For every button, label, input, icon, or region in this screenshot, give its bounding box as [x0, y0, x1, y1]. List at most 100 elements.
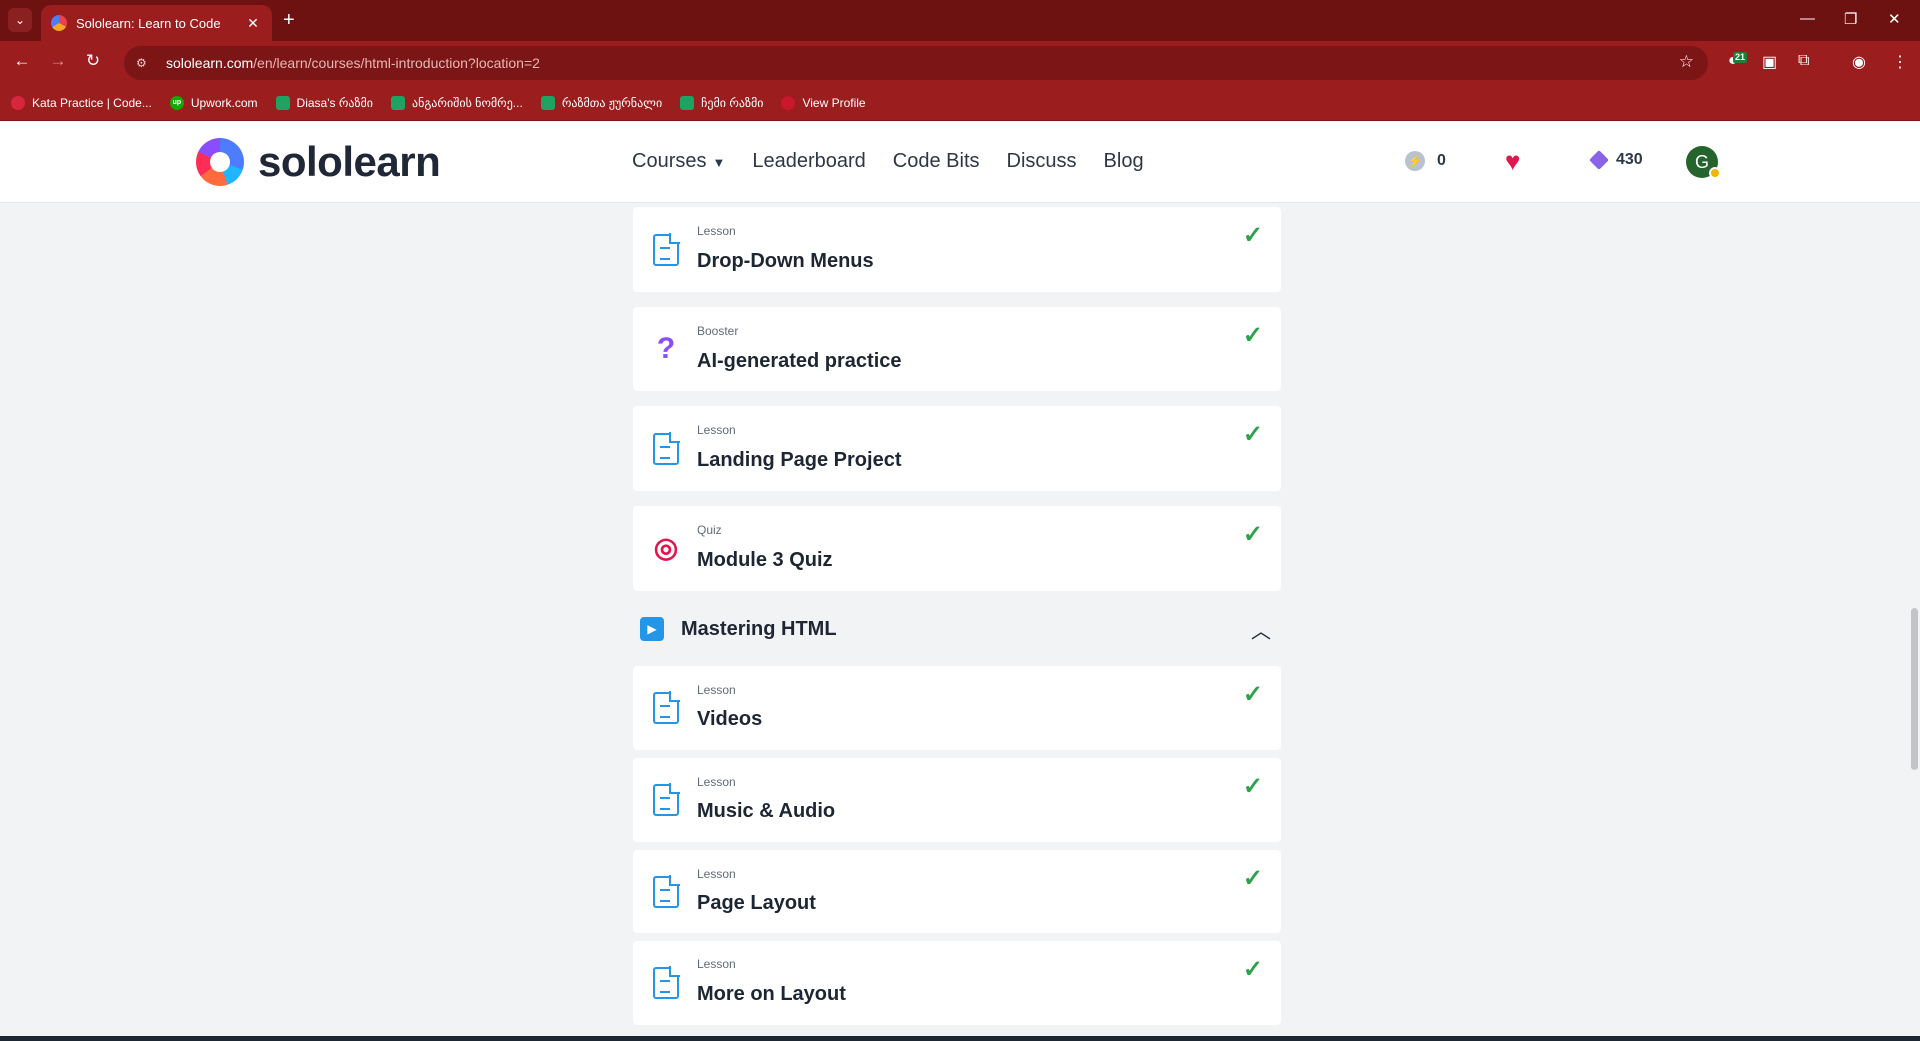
bookmark-journal[interactable]: რაზმთა ჟურნალი — [540, 95, 663, 110]
bookmark-kata[interactable]: Kata Practice | Code... — [11, 95, 152, 110]
nav-label: Courses — [632, 150, 707, 172]
nav-code-bits[interactable]: Code Bits — [893, 150, 980, 173]
checkmark-icon: ✓ — [1242, 421, 1263, 448]
extension-glasses-icon[interactable]: ▣ — [1762, 52, 1777, 72]
nav-discuss[interactable]: Discuss — [1007, 150, 1077, 173]
address-bar[interactable]: ⚙ sololearn.com/en/learn/courses/html-in… — [124, 46, 1708, 80]
browser-tab-active[interactable]: Sololearn: Learn to Code ✕ — [41, 5, 272, 41]
sololearn-logo-icon — [196, 138, 244, 186]
lesson-card[interactable]: Lesson Music & Audio ✓ — [633, 758, 1281, 842]
module-title: Mastering HTML — [681, 617, 837, 640]
document-icon — [653, 783, 680, 816]
quiz-card[interactable]: ◎ Quiz Module 3 Quiz ✓ — [633, 506, 1281, 591]
browser-menu-icon[interactable]: ⋮ — [1892, 52, 1908, 72]
profile-avatar-icon[interactable]: ◉ — [1852, 52, 1866, 72]
bookmark-view-profile[interactable]: View Profile — [781, 95, 866, 110]
bookmark-label: Diasa's რაზმი — [296, 95, 373, 110]
nav-courses[interactable]: Courses ▼ — [632, 150, 725, 173]
reload-icon[interactable]: ↻ — [81, 51, 105, 71]
avatar-letter: G — [1694, 152, 1709, 172]
checkmark-icon: ✓ — [1242, 681, 1263, 708]
checkmark-icon: ✓ — [1242, 865, 1263, 892]
extensions-puzzle-icon[interactable]: ⧉ — [1798, 52, 1809, 70]
bookmark-label: ჩემი რაზმი — [701, 95, 764, 110]
checkmark-icon: ✓ — [1242, 956, 1263, 983]
lesson-card[interactable]: Lesson More on Layout ✓ — [633, 941, 1281, 1025]
upwork-icon: up — [169, 95, 184, 110]
sheets-icon — [540, 95, 555, 110]
target-icon: ◎ — [653, 532, 679, 563]
nav-blog[interactable]: Blog — [1104, 150, 1144, 173]
item-title: Videos — [697, 708, 763, 730]
taskbar-edge — [0, 1036, 1920, 1041]
url-host: sololearn.com — [166, 55, 254, 71]
bookmark-account[interactable]: ანგარიშის ნომრე... — [390, 95, 523, 110]
kata-icon — [11, 95, 25, 110]
checkmark-icon: ✓ — [1242, 521, 1263, 548]
extension-badge: 21 — [1733, 52, 1747, 63]
checkmark-icon: ✓ — [1242, 322, 1263, 349]
page-scrollbar[interactable] — [1911, 608, 1918, 770]
item-title: Drop-Down Menus — [697, 250, 874, 272]
sheets-icon — [390, 95, 405, 110]
site-header: sololearn Courses ▼ Leaderboard Code Bits… — [0, 121, 1920, 203]
bookmark-label: Upwork.com — [190, 95, 258, 110]
tab-close-icon[interactable]: ✕ — [244, 15, 262, 32]
booster-card[interactable]: ? Booster AI-generated practice ✓ — [633, 307, 1281, 391]
bits-counter[interactable]: 430 — [1589, 150, 1643, 170]
avatar-status-dot — [1709, 167, 1721, 179]
url-path: /en/learn/courses/html-introduction?loca… — [253, 55, 540, 71]
sololearn-favicon-icon — [51, 15, 67, 31]
question-icon: ? — [656, 332, 676, 365]
play-icon: ▶ — [640, 617, 664, 641]
item-title: Landing Page Project — [697, 449, 902, 471]
lesson-card[interactable]: Lesson Videos ✓ — [633, 666, 1281, 750]
bookmark-upwork[interactable]: up Upwork.com — [169, 95, 258, 110]
logo-text: sololearn — [258, 138, 441, 185]
forward-arrow-icon[interactable]: → — [46, 51, 70, 71]
checkmark-icon: ✓ — [1242, 222, 1263, 249]
item-title: Page Layout — [697, 892, 816, 914]
streak-value: 0 — [1437, 152, 1446, 169]
window-restore-icon[interactable]: ❐ — [1844, 10, 1857, 28]
item-type: Lesson — [697, 683, 736, 697]
item-type: Lesson — [697, 775, 736, 789]
tab-title: Sololearn: Learn to Code — [76, 15, 221, 31]
sololearn-logo[interactable]: sololearn — [196, 138, 441, 186]
user-avatar[interactable]: G — [1686, 146, 1721, 179]
bits-gem-icon — [1589, 150, 1609, 170]
hearts-infinity-icon[interactable]: ♥ — [1505, 148, 1520, 174]
window-close-icon[interactable]: ✕ — [1888, 10, 1901, 28]
new-tab-plus-icon[interactable]: + — [283, 9, 295, 31]
bookmark-my-squad[interactable]: ჩემი რაზმი — [680, 95, 764, 110]
bookmark-label: Kata Practice | Code... — [32, 95, 152, 110]
tab-search-chevron-icon[interactable]: ⌄ — [8, 8, 32, 32]
nav-leaderboard[interactable]: Leaderboard — [752, 150, 865, 173]
bookmark-star-icon[interactable]: ☆ — [1679, 52, 1694, 72]
sheets-icon — [275, 95, 290, 110]
module-header[interactable]: ▶ Mastering HTML ︿ — [640, 609, 1281, 649]
bookmark-diasa[interactable]: Diasa's რაზმი — [275, 95, 373, 110]
bookmark-label: ანგარიშის ნომრე... — [411, 95, 523, 110]
item-type: Lesson — [697, 224, 736, 238]
lesson-card[interactable]: Lesson Landing Page Project ✓ — [633, 406, 1281, 491]
browser-tab-strip: ⌄ Sololearn: Learn to Code ✕ + — ❐ ✕ — [0, 0, 1920, 41]
chevron-up-icon[interactable]: ︿ — [1251, 615, 1271, 644]
site-info-icon[interactable]: ⚙ — [136, 56, 152, 70]
item-type: Lesson — [697, 867, 736, 881]
lesson-card[interactable]: Lesson Page Layout ✓ — [633, 850, 1281, 933]
sheets-icon — [680, 95, 695, 110]
streak-counter[interactable]: ⚡ 0 — [1405, 151, 1446, 171]
window-minimize-icon[interactable]: — — [1800, 10, 1815, 27]
document-icon — [653, 691, 680, 724]
back-arrow-icon[interactable]: ← — [10, 51, 34, 71]
lightning-icon: ⚡ — [1405, 151, 1425, 171]
document-icon — [653, 233, 680, 266]
document-icon — [653, 966, 680, 999]
lesson-card[interactable]: Lesson Drop-Down Menus ✓ — [633, 207, 1281, 292]
bits-value: 430 — [1616, 151, 1643, 168]
bookmark-label: რაზმთა ჟურნალი — [561, 95, 663, 110]
profile-site-icon — [781, 95, 796, 110]
checkmark-icon: ✓ — [1242, 773, 1263, 800]
main-nav: Courses ▼ Leaderboard Code Bits Discuss B… — [632, 150, 1171, 173]
